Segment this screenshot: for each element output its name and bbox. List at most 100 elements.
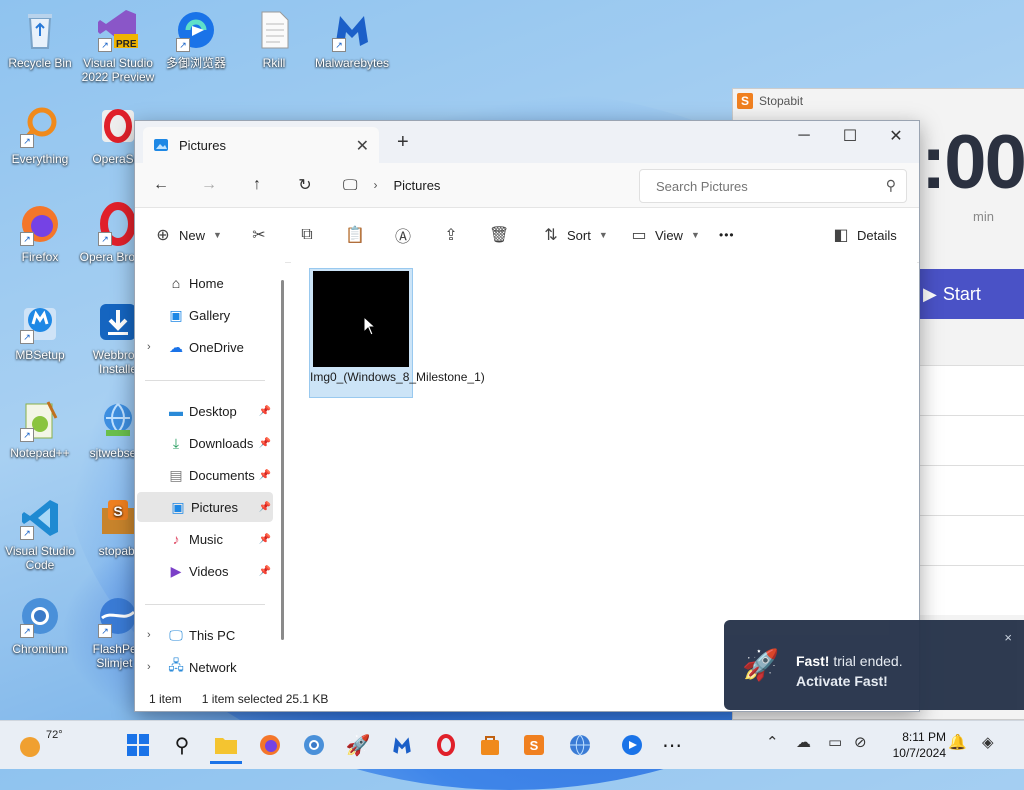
address-bar[interactable]: 🖵 › Pictures (339, 169, 635, 201)
new-tab-button[interactable]: + (397, 131, 409, 154)
notification-bell-icon[interactable]: 🔔 (948, 733, 967, 751)
network-status-icon[interactable]: ⊘ (854, 733, 867, 751)
stopabit-list-row[interactable] (919, 515, 1024, 565)
copy-button[interactable]: ⧉ (297, 222, 317, 248)
desktop-icon-everything[interactable]: ↗ Everything (0, 104, 80, 166)
weather-widget[interactable]: 72° (16, 727, 76, 763)
view-button[interactable]: ▭ View ▼ (629, 222, 699, 248)
nav-item-videos[interactable]: ▶ Videos 📌 (135, 556, 273, 586)
toast-notification[interactable]: 🚀 Fast! trial ended. Activate Fast! × (724, 620, 1024, 710)
desktop-icon-visual-studio-preview[interactable]: PRE ↗ Visual Studio 2022 Preview (78, 8, 158, 84)
nav-item-onedrive[interactable]: › ☁ OneDrive (135, 332, 273, 362)
delete-button[interactable]: 🗑 (489, 222, 509, 248)
rename-button[interactable]: Ⓐ (393, 222, 413, 248)
duoyu-browser-icon: ↗ (174, 8, 218, 52)
breadcrumb-pictures[interactable]: Pictures (393, 178, 440, 193)
copy-icon: ⧉ (301, 226, 313, 243)
nav-item-desktop[interactable]: ▬ Desktop 📌 (135, 396, 273, 426)
desktop-icon-firefox[interactable]: ↗ Firefox (0, 202, 80, 264)
taskbar-firefox[interactable] (254, 729, 286, 761)
nav-scrollbar[interactable] (281, 280, 284, 640)
stopabit-list (919, 365, 1024, 615)
search-icon[interactable]: ⚲ (886, 177, 896, 194)
file-item[interactable]: Img0_(Windows_8_Milestone_1) (309, 268, 485, 398)
forward-button[interactable]: → (195, 173, 223, 197)
onedrive-cloud-icon: ☁ (169, 338, 183, 355)
share-icon: ⇪ (444, 227, 458, 244)
stopabit-list-row[interactable] (919, 465, 1024, 515)
taskbar-fast[interactable]: 🚀 (342, 729, 374, 761)
search-input[interactable] (654, 177, 878, 195)
search-taskbar-button[interactable]: ⚲ (166, 729, 198, 761)
taskbar-opera[interactable] (430, 729, 462, 761)
toast-line-2: Activate Fast! (796, 673, 888, 689)
new-button[interactable]: ⊕ New ▼ (153, 222, 222, 248)
desktop-icon-malwarebytes[interactable]: ↗ Malwarebytes (312, 8, 392, 70)
tray-chevron-up-icon[interactable]: ⌃ (766, 733, 779, 751)
nav-item-gallery[interactable]: ▣ Gallery (135, 300, 273, 330)
stopabit-list-row[interactable] (919, 565, 1024, 615)
nav-label: Pictures (191, 499, 238, 515)
taskbar-file-explorer[interactable] (210, 729, 242, 764)
nav-label: Network (189, 659, 237, 675)
desktop-icon-notepadpp[interactable]: ↗ Notepad++ (0, 398, 80, 460)
tab-pictures[interactable]: Pictures ✕ (143, 127, 379, 163)
desktop-icon-vscode[interactable]: ↗ Visual Studio Code (0, 496, 80, 572)
cut-button[interactable]: ✂ (249, 222, 269, 248)
close-window-button[interactable]: ✕ (873, 121, 919, 151)
desktop-icon-chromium[interactable]: ↗ Chromium (0, 594, 80, 656)
taskbar-malwarebytes[interactable] (386, 729, 418, 761)
stopabit-list-row[interactable] (919, 365, 1024, 415)
image-thumbnail (313, 271, 409, 367)
item-count: 1 item (149, 692, 182, 706)
taskbar-chromium[interactable] (298, 729, 330, 761)
taskbar-overflow-button[interactable]: ⋯ (656, 729, 688, 761)
minimize-button[interactable]: ─ (781, 121, 827, 151)
taskbar-slimjet[interactable] (564, 729, 596, 761)
toast-close-icon[interactable]: × (1004, 630, 1012, 645)
expand-chevron-icon[interactable]: › (147, 629, 151, 641)
desktop-icon-mbsetup[interactable]: ↗ MBSetup (0, 300, 80, 362)
share-button[interactable]: ⇪ (441, 222, 461, 248)
desktop-icon-rkill[interactable]: Rkill (234, 8, 314, 70)
taskbar-store-bag[interactable] (474, 729, 506, 761)
maximize-button[interactable]: ☐ (827, 121, 873, 151)
refresh-button[interactable]: ↻ (291, 173, 319, 197)
nav-label: OneDrive (189, 339, 244, 355)
stopabit-list-row[interactable] (919, 415, 1024, 465)
taskbar-clock[interactable]: 8:11 PM 10/7/2024 (876, 729, 946, 761)
sort-button[interactable]: ⇅ Sort ▼ (541, 222, 607, 248)
up-button[interactable]: ↑ (243, 173, 271, 197)
details-label: Details (857, 227, 897, 243)
paste-button[interactable]: 📋 (345, 222, 365, 248)
nav-item-downloads[interactable]: ⤓ Downloads 📌 (135, 428, 273, 458)
nav-item-network[interactable]: › 🖧 Network (135, 652, 273, 682)
nav-item-home[interactable]: ⌂ Home (135, 268, 273, 298)
copilot-preview-icon[interactable]: ◈ (982, 733, 994, 751)
more-options-button[interactable]: ••• (719, 222, 735, 248)
search-box[interactable]: ⚲ (639, 169, 907, 203)
svg-text:S: S (113, 503, 122, 519)
desktop-icon-duoyu-browser[interactable]: ↗ 多御浏览器 (156, 8, 236, 70)
details-pane-button[interactable]: ◧ Details (831, 222, 897, 248)
back-button[interactable]: ← (147, 173, 175, 197)
tab-close-icon[interactable]: ✕ (356, 136, 369, 156)
nav-item-pictures[interactable]: ▣ Pictures 📌 (137, 492, 273, 522)
display-icon[interactable]: ▭ (828, 733, 842, 751)
taskbar-stopabit[interactable]: S (518, 729, 550, 761)
expand-chevron-icon[interactable]: › (147, 341, 151, 353)
onedrive-offline-icon[interactable]: ☁ (796, 733, 811, 751)
start-button[interactable] (122, 729, 154, 761)
network-icon: 🖧 (168, 657, 184, 673)
weather-temperature: 72° (46, 729, 63, 741)
command-bar: ⊕ New ▼ ✂ ⧉ 📋 Ⓐ ⇪ 🗑 ⇅ Sort ▼ ▭ View ▼ ••… (135, 208, 919, 263)
stopabit-start-button[interactable]: ▶ Start (919, 269, 1024, 319)
taskbar-duoyu-browser[interactable] (616, 729, 648, 761)
nav-item-music[interactable]: ♪ Music 📌 (135, 524, 273, 554)
desktop-icon-recycle-bin[interactable]: Recycle Bin (0, 8, 80, 70)
stopabit-logo-icon: S (737, 93, 753, 109)
nav-item-documents[interactable]: ▤ Documents 📌 (135, 460, 273, 490)
expand-chevron-icon[interactable]: › (147, 661, 151, 673)
weather-sun-icon (20, 737, 40, 757)
nav-item-this-pc[interactable]: › 🖵 This PC (135, 620, 273, 650)
